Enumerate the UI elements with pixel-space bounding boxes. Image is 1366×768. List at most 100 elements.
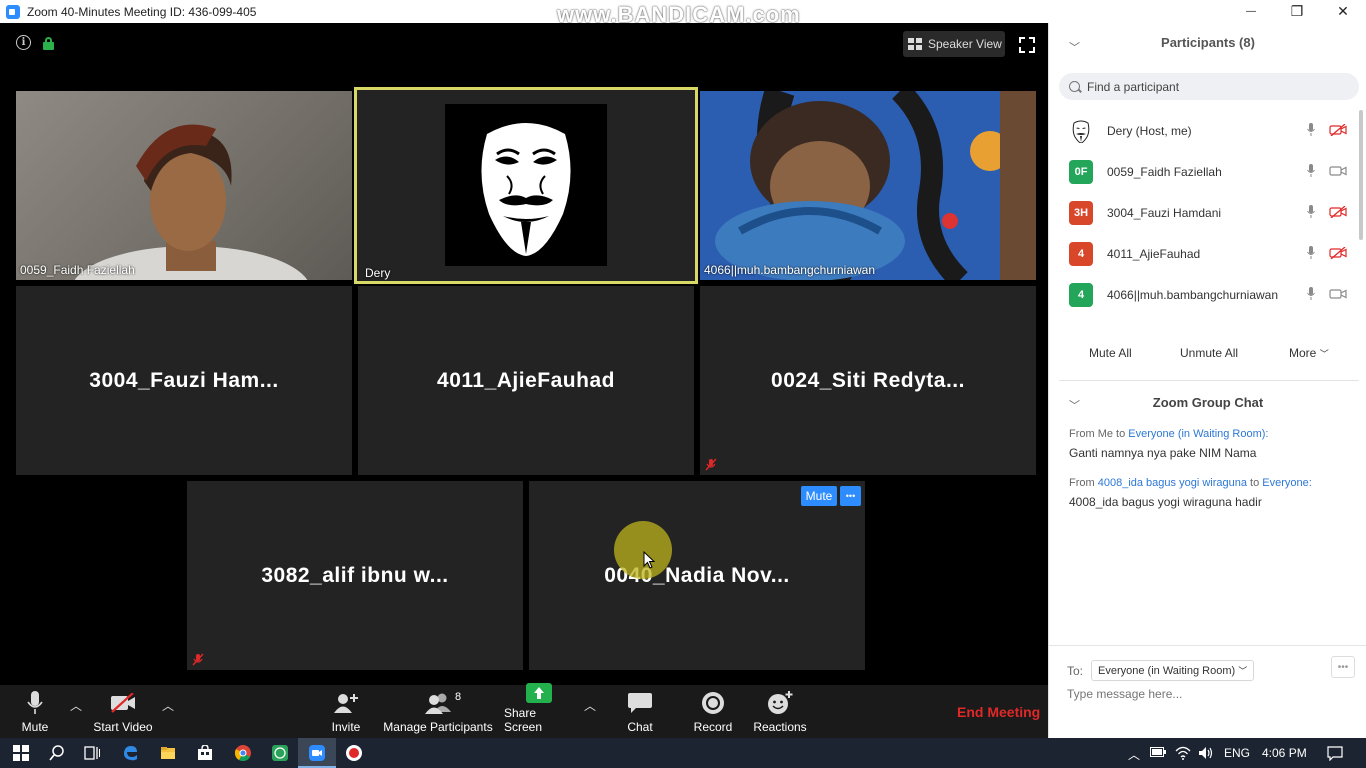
wifi-icon[interactable]: [1175, 745, 1191, 761]
share-options-chevron-icon[interactable]: ︿: [584, 697, 596, 714]
search-icon[interactable]: [49, 745, 65, 761]
mute-all-button[interactable]: Mute All: [1089, 346, 1132, 360]
speaker-view-button[interactable]: Speaker View: [903, 31, 1005, 57]
video-off-icon[interactable]: [1329, 124, 1347, 136]
name-tile[interactable]: 0040_Nadia Nov... Mute •••: [529, 481, 865, 670]
chat-button[interactable]: Chat: [622, 685, 658, 738]
clock[interactable]: 4:06 PM: [1262, 746, 1307, 760]
more-button[interactable]: More ﹀: [1289, 346, 1329, 360]
microphone-icon[interactable]: [1307, 123, 1315, 137]
language-indicator[interactable]: ENG: [1224, 746, 1250, 760]
chat-title: Zoom Group Chat: [1152, 395, 1264, 410]
microphone-icon[interactable]: [1307, 205, 1315, 219]
tile-mute-button[interactable]: Mute: [801, 486, 837, 506]
manage-participants-label: Manage Participants: [383, 720, 493, 734]
start-video-button[interactable]: Start Video: [90, 685, 156, 738]
participant-row[interactable]: 0F 0059_Faidh Faziellah: [1049, 151, 1359, 192]
share-screen-icon: [526, 683, 552, 703]
store-icon[interactable]: [197, 745, 213, 761]
participant-row[interactable]: [1049, 315, 1359, 323]
message-recipient[interactable]: Everyone (in Waiting Room):: [1128, 428, 1268, 440]
record-button[interactable]: Record: [692, 685, 734, 738]
name-tile[interactable]: 3004_Fauzi Ham...: [16, 286, 352, 475]
side-panel: ﹀ Participants (8) Find a participant De…: [1048, 23, 1366, 738]
chat-message-input[interactable]: [1067, 687, 1347, 701]
tile-name-label: 3082_alif ibnu w...: [261, 563, 449, 587]
message-sender[interactable]: 4008_ida bagus yogi wiraguna: [1098, 477, 1247, 489]
mute-button[interactable]: Mute: [13, 685, 57, 738]
chat-more-button[interactable]: •••: [1331, 656, 1355, 678]
windows-taskbar: ︿ ENG 4:06 PM: [0, 738, 1366, 768]
participant-row[interactable]: 4 4011_AjieFauhad: [1049, 233, 1359, 274]
participant-avatar: 0F: [1069, 159, 1093, 184]
participant-row[interactable]: Dery (Host, me): [1049, 110, 1359, 151]
meeting-toolbar: Mute ︿ Start Video ︿ Invite Manage Parti…: [0, 683, 1048, 738]
video-on-icon[interactable]: [1329, 288, 1347, 300]
video-tile[interactable]: 4066||muh.bambangchurniawan: [700, 91, 1036, 280]
file-explorer-icon[interactable]: [160, 745, 176, 761]
participant-video: [74, 124, 308, 280]
tray-chevron-up-icon[interactable]: ︿: [1128, 746, 1140, 763]
invite-button[interactable]: Invite: [327, 685, 365, 738]
microphone-icon[interactable]: [1307, 164, 1315, 178]
speaker-view-label: Speaker View: [928, 37, 1002, 51]
zoom-app-icon: [6, 4, 20, 19]
task-view-icon[interactable]: [84, 745, 100, 761]
end-meeting-button[interactable]: End Meeting: [957, 704, 1040, 720]
audio-options-chevron-icon[interactable]: ︿: [70, 697, 82, 714]
invite-label: Invite: [331, 720, 361, 734]
participant-avatar: 4: [1069, 282, 1093, 307]
tile-more-button[interactable]: •••: [840, 486, 861, 506]
chat-message-meta: From 4008_ida bagus yogi wiraguna to Eve…: [1069, 477, 1312, 489]
message-to-prefix: to: [1246, 477, 1263, 489]
fullscreen-icon[interactable]: [1019, 37, 1035, 53]
info-icon[interactable]: i: [16, 35, 31, 50]
manage-participants-button[interactable]: Manage Participants: [383, 685, 493, 738]
share-screen-button[interactable]: Share Screen: [504, 683, 574, 738]
participant-row[interactable]: 3H 3004_Fauzi Hamdani: [1049, 192, 1359, 233]
video-tile-active-speaker[interactable]: Dery: [354, 87, 698, 284]
guy-fawkes-mask-image: [445, 104, 607, 266]
recipient-select[interactable]: Everyone (in Waiting Room) ﹀: [1091, 660, 1255, 681]
reactions-button[interactable]: Reactions: [753, 685, 807, 738]
tile-name-label: 0040_Nadia Nov...: [604, 563, 790, 587]
video-on-icon[interactable]: [1329, 165, 1347, 177]
close-button[interactable]: ✕: [1320, 0, 1366, 23]
lock-icon[interactable]: [43, 36, 54, 50]
name-tile[interactable]: 4011_AjieFauhad: [358, 286, 694, 475]
edge-browser-icon[interactable]: [122, 745, 138, 761]
unmute-all-button[interactable]: Unmute All: [1180, 346, 1238, 360]
tile-name-label: 0059_Faidh Faziellah: [20, 263, 135, 277]
to-label: To:: [1067, 663, 1084, 678]
divider: [1059, 380, 1359, 381]
name-tile[interactable]: 3082_alif ibnu w...: [187, 481, 523, 670]
microphone-icon[interactable]: [1307, 287, 1315, 301]
notifications-icon[interactable]: [1327, 745, 1343, 761]
maximize-button[interactable]: ❐: [1274, 0, 1320, 23]
participant-avatar: 3H: [1069, 200, 1093, 225]
message-recipient[interactable]: Everyone:: [1262, 477, 1312, 489]
chat-message-meta: From Me to Everyone (in Waiting Room):: [1069, 428, 1269, 440]
video-off-icon[interactable]: [1329, 247, 1347, 259]
video-tile[interactable]: 0059_Faidh Faziellah: [16, 91, 352, 280]
battery-icon[interactable]: [1150, 746, 1166, 758]
participant-list-scrollbar[interactable]: [1359, 110, 1363, 240]
volume-icon[interactable]: [1198, 745, 1214, 761]
video-off-icon: [111, 693, 135, 713]
microphone-icon[interactable]: [1307, 246, 1315, 260]
whatsapp-icon[interactable]: [272, 745, 288, 761]
bandicam-record-icon[interactable]: [346, 745, 362, 761]
record-icon: [702, 692, 724, 714]
windows-start-icon[interactable]: [13, 745, 29, 761]
participant-search[interactable]: Find a participant: [1059, 73, 1359, 100]
video-options-chevron-icon[interactable]: ︿: [162, 697, 174, 714]
minimize-button[interactable]: —: [1228, 0, 1274, 23]
participant-row[interactable]: 4 4066||muh.bambangchurniawan: [1049, 274, 1359, 315]
grid-icon: [908, 38, 922, 50]
smiley-plus-icon: [768, 691, 793, 714]
video-off-icon[interactable]: [1329, 206, 1347, 218]
reactions-label: Reactions: [753, 720, 807, 734]
chrome-icon[interactable]: [235, 745, 251, 761]
zoom-icon[interactable]: [309, 745, 325, 761]
name-tile[interactable]: 0024_Siti Redyta...: [700, 286, 1036, 475]
